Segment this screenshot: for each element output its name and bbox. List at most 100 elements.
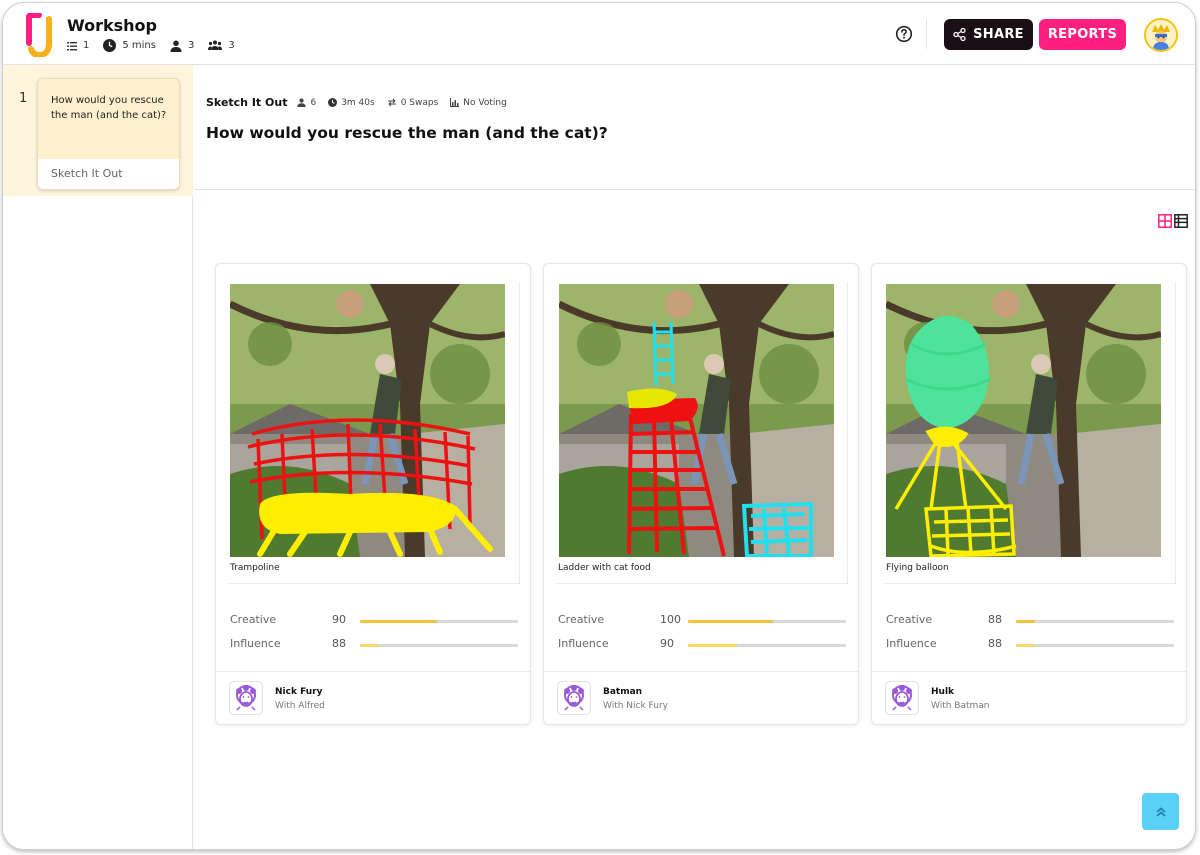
workshop-duration: 5 mins xyxy=(122,40,156,51)
team-info: Hulk With Batman xyxy=(885,681,1175,717)
clock-icon xyxy=(103,39,117,52)
creative-bar xyxy=(360,620,518,623)
creative-score: 100 xyxy=(660,613,681,626)
team-avatar-icon xyxy=(557,681,591,715)
creative-score: 88 xyxy=(988,613,1002,626)
header-divider xyxy=(926,19,927,49)
team-collaborator: With Alfred xyxy=(275,701,325,711)
activity-voting: No Voting xyxy=(463,97,507,108)
influence-score: 90 xyxy=(660,637,674,650)
share-button[interactable]: SHARE xyxy=(944,19,1033,50)
influence-bar xyxy=(360,644,518,647)
influence-label: Influence xyxy=(558,637,609,650)
user-avatar[interactable] xyxy=(1144,18,1178,52)
creative-label: Creative xyxy=(558,613,605,626)
avatar-image xyxy=(1146,20,1176,50)
workshop-meta: 1 5 mins 3 3 xyxy=(67,39,249,52)
list-view-icon[interactable] xyxy=(1174,213,1188,228)
idea-card[interactable]: Flying balloon Creative 88 Influence 88 … xyxy=(871,263,1187,725)
sidebar-item-label: Sketch It Out xyxy=(51,167,123,180)
activity-sidebar: 1 How would you rescue the man (and the … xyxy=(3,65,193,849)
creative-bar-fill xyxy=(688,620,774,623)
sidebar-activity-card[interactable]: How would you rescue the man (and the ca… xyxy=(37,78,180,190)
sidebar-item-number: 1 xyxy=(19,91,28,106)
creative-bar-fill xyxy=(360,620,438,623)
idea-caption: Flying balloon xyxy=(886,563,949,573)
influence-bar-fill xyxy=(360,644,379,647)
grid-view-icon[interactable] xyxy=(1158,213,1172,228)
creative-bar xyxy=(1016,620,1174,623)
influence-bar xyxy=(688,644,846,647)
participant-count: 3 xyxy=(187,40,195,51)
sketch-image[interactable] xyxy=(230,284,505,557)
creative-stat: Creative 90 xyxy=(230,613,520,629)
creative-stat: Creative 100 xyxy=(558,613,848,629)
creative-bar xyxy=(688,620,846,623)
team-name: Batman xyxy=(603,687,643,697)
influence-bar-fill xyxy=(1016,644,1035,647)
creative-label: Creative xyxy=(230,613,277,626)
list-icon xyxy=(67,41,77,50)
card-divider xyxy=(544,671,858,672)
sidebar-item-question: How would you rescue the man (and the ca… xyxy=(38,79,179,159)
top-bar: Workshop 1 5 mins 3 3 SHARE REPORTS xyxy=(3,3,1195,65)
activity-name: Sketch It Out xyxy=(206,96,288,109)
idea-caption: Trampoline xyxy=(230,563,280,573)
influence-stat: Influence 90 xyxy=(558,637,848,653)
person-icon xyxy=(297,98,307,107)
swap-icon xyxy=(387,98,396,107)
app-title: Workshop xyxy=(67,16,157,35)
idea-card[interactable]: Trampoline Creative 90 Influence 88 Nick… xyxy=(215,263,531,725)
main-content: Sketch It Out 6 3m 40s 0 Swaps No Voting… xyxy=(194,65,1195,849)
creative-stat: Creative 88 xyxy=(886,613,1176,629)
influence-score: 88 xyxy=(332,637,346,650)
influence-stat: Influence 88 xyxy=(886,637,1176,653)
team-info: Batman With Nick Fury xyxy=(557,681,847,717)
share-icon xyxy=(953,28,966,41)
clock-icon xyxy=(328,98,338,107)
team-avatar-icon xyxy=(229,681,263,715)
influence-score: 88 xyxy=(988,637,1002,650)
creative-score: 90 xyxy=(332,613,346,626)
help-icon[interactable] xyxy=(895,25,913,43)
team-info: Nick Fury With Alfred xyxy=(229,681,519,717)
team-name: Nick Fury xyxy=(275,687,323,697)
influence-label: Influence xyxy=(230,637,281,650)
creative-bar-fill xyxy=(1016,620,1035,623)
idea-card[interactable]: Ladder with cat food Creative 100 Influe… xyxy=(543,263,859,725)
activity-swaps: 0 Swaps xyxy=(400,97,439,108)
chevrons-up-icon xyxy=(1155,806,1166,817)
team-avatar-icon xyxy=(885,681,919,715)
idea-sketch-area: Ladder with cat food xyxy=(556,282,848,584)
person-icon xyxy=(170,40,182,52)
team-name: Hulk xyxy=(931,687,955,697)
sketch-image[interactable] xyxy=(886,284,1161,557)
influence-bar xyxy=(1016,644,1174,647)
card-divider xyxy=(216,671,530,672)
content-divider xyxy=(194,189,1195,190)
sketch-image[interactable] xyxy=(559,284,834,557)
card-divider xyxy=(872,671,1186,672)
idea-sketch-area: Trampoline xyxy=(228,282,520,584)
idea-caption: Ladder with cat food xyxy=(558,563,651,573)
view-toggle xyxy=(1156,213,1188,228)
app-window: Workshop 1 5 mins 3 3 SHARE REPORTS 1 Ho… xyxy=(2,2,1196,850)
team-count: 3 xyxy=(228,40,235,51)
creative-label: Creative xyxy=(886,613,933,626)
share-label: SHARE xyxy=(973,27,1024,42)
sidebar-item-1[interactable]: 1 How would you rescue the man (and the … xyxy=(3,65,193,196)
activity-count: 1 xyxy=(83,40,90,51)
influence-stat: Influence 88 xyxy=(230,637,520,653)
activity-participants: 6 xyxy=(310,97,317,108)
group-icon xyxy=(208,40,223,50)
activity-meta: Sketch It Out 6 3m 40s 0 Swaps No Voting xyxy=(206,96,519,109)
influence-label: Influence xyxy=(886,637,937,650)
activity-question: How would you rescue the man (and the ca… xyxy=(206,124,608,142)
chart-icon xyxy=(450,98,460,107)
scroll-to-top-button[interactable] xyxy=(1142,793,1179,830)
team-collaborator: With Batman xyxy=(931,701,990,711)
app-logo xyxy=(26,13,52,57)
reports-button[interactable]: REPORTS xyxy=(1039,19,1126,50)
team-collaborator: With Nick Fury xyxy=(603,701,668,711)
activity-time: 3m 40s xyxy=(341,97,375,108)
